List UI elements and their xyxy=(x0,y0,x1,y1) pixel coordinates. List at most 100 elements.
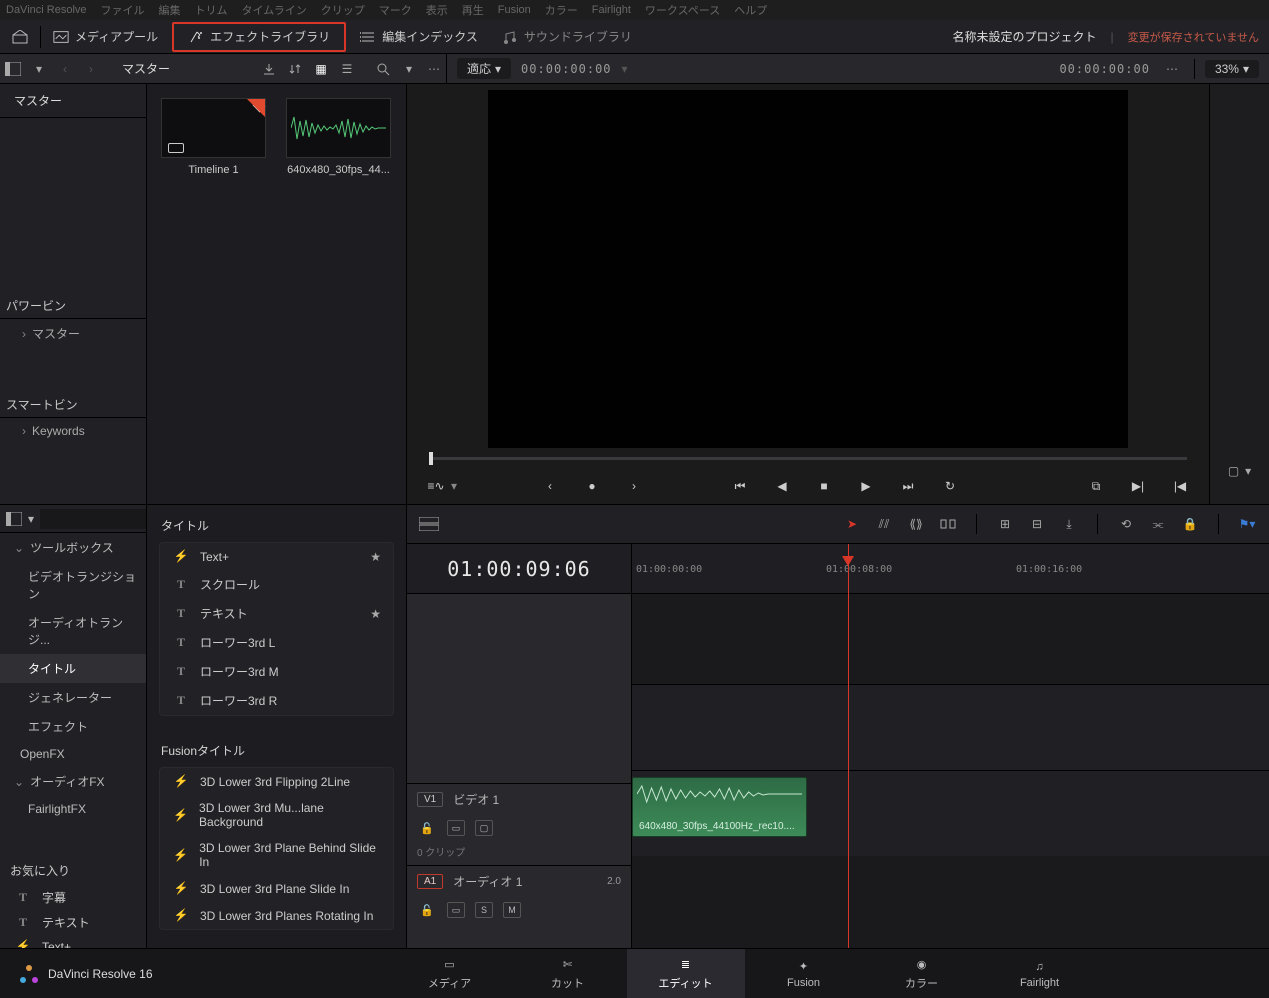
chevron-down-icon[interactable]: ▾ xyxy=(26,57,52,81)
chevron-down-icon[interactable]: ▾ xyxy=(396,57,422,81)
fx-item[interactable]: Tスクロール xyxy=(160,570,393,599)
fx-tree-toolbox[interactable]: ⌄ツールボックス xyxy=(0,533,146,562)
trim-tool-icon[interactable]: ⫽⫽ xyxy=(874,514,894,534)
menu-item[interactable]: 編集 xyxy=(159,2,181,18)
fx-item[interactable]: ⚡3D Lower 3rd Planes Rotating In xyxy=(160,902,393,929)
fx-tree-fairlightfx[interactable]: FairlightFX xyxy=(0,796,146,822)
fit-dropdown[interactable]: 適応 ▾ xyxy=(457,58,511,79)
favorite-item[interactable]: T字幕 xyxy=(0,885,146,910)
timeline-view-icon[interactable] xyxy=(419,514,439,534)
pool-thumb-timeline[interactable]: Timeline 1 xyxy=(161,98,266,176)
powerbin-item[interactable]: ›マスター xyxy=(0,319,146,348)
flag-icon[interactable]: ⚑▾ xyxy=(1237,514,1257,534)
fx-list[interactable]: タイトル ⚡Text+★ Tスクロール Tテキスト★ Tローワー3rd L Tロ… xyxy=(147,505,406,948)
fx-item[interactable]: ⚡3D Lower 3rd Flipping 2Line xyxy=(160,768,393,795)
audio-track-header[interactable]: A1 オーディオ 1 2.0 🔓 ▭ S M xyxy=(407,865,631,948)
panel-layout-icon[interactable] xyxy=(0,57,26,81)
favorite-item[interactable]: Tテキスト xyxy=(0,910,146,935)
menu-item[interactable]: ワークスペース xyxy=(645,2,720,18)
video-track-header[interactable]: V1 ビデオ 1 🔓 ▭ ▢ 0 クリップ xyxy=(407,783,631,865)
menu-item[interactable]: ファイル xyxy=(101,2,145,18)
sort-icon[interactable] xyxy=(282,57,308,81)
fx-tree-audiofx[interactable]: ⌄オーディオFX xyxy=(0,767,146,796)
auto-select-icon[interactable]: ▭ xyxy=(447,820,465,836)
track-enable-icon[interactable]: ▢ xyxy=(475,820,493,836)
fx-item[interactable]: Tローワー3rd R xyxy=(160,686,393,715)
star-icon[interactable]: ★ xyxy=(370,550,381,564)
import-icon[interactable] xyxy=(256,57,282,81)
nav-forward-icon[interactable]: › xyxy=(78,57,104,81)
menu-item[interactable]: DaVinci Resolve xyxy=(6,4,87,16)
audio-clip[interactable]: 640x480_30fps_44100Hz_rec10.... xyxy=(632,777,807,837)
replace-icon[interactable]: ⤓ xyxy=(1059,514,1079,534)
pool-thumb-audio[interactable]: 640x480_30fps_44... xyxy=(286,98,391,176)
prev-edit-icon[interactable]: ‹ xyxy=(541,477,559,495)
search-icon[interactable] xyxy=(370,57,396,81)
star-icon[interactable]: ★ xyxy=(370,607,381,621)
edit-index-button[interactable]: 編集インデックス xyxy=(348,20,490,54)
menu-item[interactable]: カラー xyxy=(545,2,578,18)
lock-icon[interactable]: 🔒 xyxy=(1180,514,1200,534)
next-clip-icon[interactable]: ▶| xyxy=(1129,477,1147,495)
menu-item[interactable]: Fusion xyxy=(498,4,531,16)
fx-item[interactable]: Tローワー3rd M xyxy=(160,657,393,686)
fx-tree-effects[interactable]: エフェクト xyxy=(0,712,146,741)
list-view-icon[interactable]: ☰ xyxy=(334,57,360,81)
loop-icon[interactable]: ↻ xyxy=(941,477,959,495)
media-pool-button[interactable]: メディアプール xyxy=(41,20,170,54)
viewer-canvas[interactable] xyxy=(488,90,1128,448)
powerbin-header[interactable]: パワービン xyxy=(0,289,146,319)
breadcrumb[interactable]: マスター xyxy=(104,60,188,77)
nav-back-icon[interactable]: ‹ xyxy=(52,57,78,81)
menu-item[interactable]: クリップ xyxy=(321,2,365,18)
fx-tree-audio-transitions[interactable]: オーディオトランジ... xyxy=(0,608,146,654)
pool-master-header[interactable]: マスター xyxy=(0,84,146,118)
home-button[interactable] xyxy=(0,20,40,54)
selection-tool-icon[interactable]: ➤ xyxy=(842,514,862,534)
prev-clip-icon[interactable]: |◀ xyxy=(1171,477,1189,495)
fx-item[interactable]: ⚡3D Lower 3rd Mu...lane Background xyxy=(160,795,393,835)
lock-icon[interactable]: 🔓 xyxy=(417,900,437,920)
playhead[interactable] xyxy=(848,544,849,948)
menu-item[interactable]: マーク xyxy=(379,2,412,18)
chevron-down-icon[interactable]: ▾ xyxy=(1245,464,1251,478)
viewer-scrubber[interactable] xyxy=(427,448,1189,468)
blade-tool-icon[interactable] xyxy=(938,514,958,534)
menu-item[interactable]: 再生 xyxy=(462,2,484,18)
dynamic-trim-icon[interactable]: ⟪⟫ xyxy=(906,514,926,534)
more-icon[interactable]: ⋯ xyxy=(422,62,446,76)
crop-icon[interactable]: ▢ xyxy=(1228,464,1239,478)
solo-button[interactable]: S xyxy=(475,902,493,918)
fx-item[interactable]: ⚡3D Lower 3rd Plane Slide In xyxy=(160,875,393,902)
page-tab-edit[interactable]: ≣エディット xyxy=(627,949,745,998)
menu-item[interactable]: Fairlight xyxy=(592,4,631,16)
auto-select-icon[interactable]: ▭ xyxy=(447,902,465,918)
page-tab-cut[interactable]: ✄カット xyxy=(509,949,627,998)
fx-item[interactable]: Tテキスト★ xyxy=(160,599,393,628)
effects-library-button[interactable]: エフェクトライブラリ xyxy=(172,22,346,52)
timeline-tracks[interactable]: 01:00:00:00 01:00:08:00 01:00:16:00 640x… xyxy=(632,544,1269,948)
timeline-ruler[interactable]: 01:00:00:00 01:00:08:00 01:00:16:00 xyxy=(632,544,1269,594)
page-tab-color[interactable]: ◉カラー xyxy=(863,949,981,998)
page-tab-fusion[interactable]: ✦Fusion xyxy=(745,949,863,998)
lock-icon[interactable]: 🔓 xyxy=(417,818,437,838)
fx-tree-video-transitions[interactable]: ビデオトランジション xyxy=(0,562,146,608)
stop-icon[interactable]: ■ xyxy=(815,477,833,495)
fx-tree-openfx[interactable]: OpenFX xyxy=(0,741,146,767)
thumb-view-icon[interactable]: ▦ xyxy=(308,57,334,81)
sound-library-button[interactable]: サウンドライブラリ xyxy=(490,20,644,54)
snap-icon[interactable]: ⟲ xyxy=(1116,514,1136,534)
chevron-down-icon[interactable]: ▾ xyxy=(28,512,34,526)
match-frame-icon[interactable]: ⧉ xyxy=(1087,477,1105,495)
play-reverse-icon[interactable]: ◀ xyxy=(773,477,791,495)
play-icon[interactable]: ▶ xyxy=(857,477,875,495)
fx-tree-generators[interactable]: ジェネレーター xyxy=(0,683,146,712)
menu-item[interactable]: ヘルプ xyxy=(734,2,767,18)
zoom-dropdown[interactable]: 33% ▾ xyxy=(1205,60,1259,78)
last-frame-icon[interactable]: ⏭ xyxy=(899,477,917,495)
page-tab-media[interactable]: ▭メディア xyxy=(391,949,509,998)
fx-search-input[interactable] xyxy=(40,509,147,529)
stop-dot-icon[interactable]: ● xyxy=(583,477,601,495)
page-tab-fairlight[interactable]: ♫Fairlight xyxy=(981,949,1099,998)
media-pool-body[interactable]: Timeline 1 640x480_30fps_44... xyxy=(147,84,406,504)
